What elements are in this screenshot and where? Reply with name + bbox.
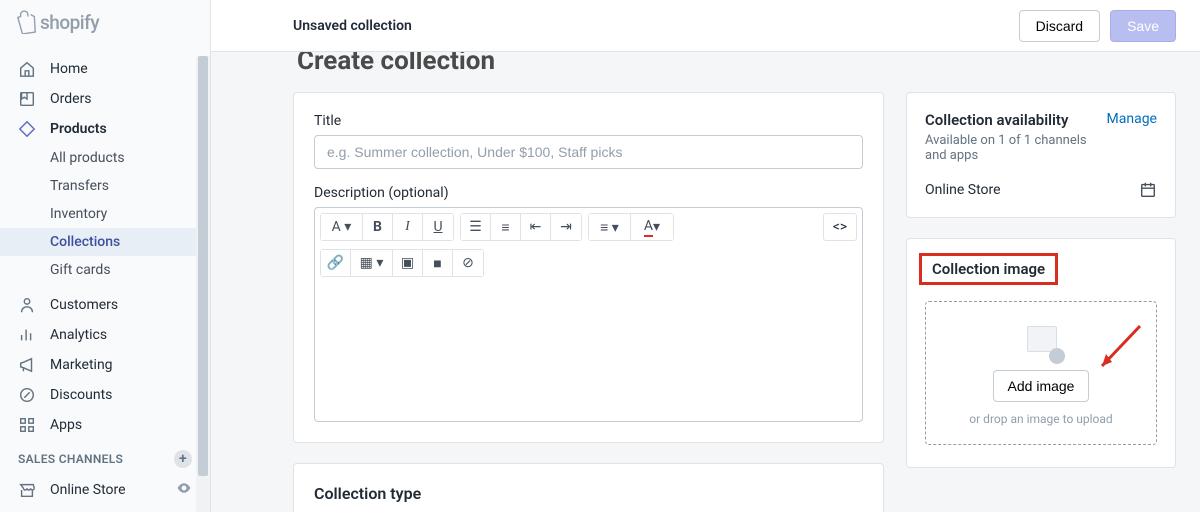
sidebar-item-all-products[interactable]: All products xyxy=(50,144,210,172)
sidebar-item-apps[interactable]: Apps xyxy=(0,410,210,440)
sidebar: shopify Home Orders Products All product… xyxy=(0,0,211,512)
page-title: Create collection xyxy=(297,52,1176,70)
availability-heading: Collection availability xyxy=(925,111,1107,129)
customers-icon xyxy=(18,296,36,314)
apps-icon xyxy=(18,416,36,434)
sidebar-item-products[interactable]: Products xyxy=(0,114,210,144)
sidebar-item-gift-cards[interactable]: Gift cards xyxy=(50,256,210,284)
rte-underline[interactable]: U xyxy=(423,214,453,240)
sidebar-item-home[interactable]: Home xyxy=(0,54,210,84)
image-dropzone[interactable]: Add image or drop an image to upload xyxy=(925,301,1157,445)
store-icon xyxy=(18,481,36,499)
sidebar-item-analytics[interactable]: Analytics xyxy=(0,320,210,350)
drop-hint: or drop an image to upload xyxy=(938,412,1144,426)
manage-link[interactable]: Manage xyxy=(1107,111,1157,127)
sidebar-item-collections[interactable]: Collections xyxy=(0,228,210,256)
discard-button[interactable]: Discard xyxy=(1019,10,1100,42)
rte-clear[interactable]: ⊘ xyxy=(453,250,483,276)
title-label: Title xyxy=(314,113,863,129)
calendar-icon[interactable] xyxy=(1139,181,1157,199)
add-channel-button[interactable]: + xyxy=(174,450,192,468)
collection-image-card: Collection image Add image xyxy=(906,238,1176,468)
rte-image[interactable]: ▣ xyxy=(393,250,423,276)
description-editor[interactable] xyxy=(314,282,863,422)
rte-indent[interactable]: ⇥ xyxy=(551,214,581,240)
collection-type-heading: Collection type xyxy=(314,484,863,503)
rte-table-dropdown[interactable]: ▦ ▾ xyxy=(351,250,393,276)
rte-video[interactable]: ■ xyxy=(423,250,453,276)
image-placeholder-icon xyxy=(1017,320,1065,364)
home-icon xyxy=(18,60,36,78)
brand-logo[interactable]: shopify xyxy=(0,0,210,44)
rte-html-toggle[interactable]: <> xyxy=(823,213,857,241)
rte-ol[interactable]: ≡ xyxy=(491,214,521,240)
page-status-title: Unsaved collection xyxy=(293,18,412,34)
title-input[interactable] xyxy=(314,135,863,169)
collection-type-card: Collection type Manual Add products to t… xyxy=(293,463,884,512)
description-label: Description (optional) xyxy=(314,185,863,201)
add-image-button[interactable]: Add image xyxy=(993,370,1090,402)
title-card: Title Description (optional) A ▾ B I U xyxy=(293,92,884,443)
sidebar-item-discounts[interactable]: Discounts xyxy=(0,380,210,410)
analytics-icon xyxy=(18,326,36,344)
annotation-highlight-box: Collection image xyxy=(919,253,1058,285)
eye-icon[interactable] xyxy=(176,480,192,496)
sidebar-item-online-store[interactable]: Online Store xyxy=(0,474,210,506)
orders-icon xyxy=(18,90,36,108)
sidebar-item-customers[interactable]: Customers xyxy=(0,290,210,320)
rte-link[interactable]: 🔗 xyxy=(321,250,351,276)
rte-font-dropdown[interactable]: A ▾ xyxy=(321,214,363,240)
rte-align-dropdown[interactable]: ≡ ▾ xyxy=(589,214,631,240)
sales-channels-header: SALES CHANNELS + xyxy=(0,440,210,474)
collection-image-heading: Collection image xyxy=(932,260,1045,278)
availability-sub: Available on 1 of 1 channels and apps xyxy=(925,133,1107,163)
sidebar-item-orders[interactable]: Orders xyxy=(0,84,210,114)
discount-icon xyxy=(18,386,36,404)
sidebar-item-marketing[interactable]: Marketing xyxy=(0,350,210,380)
sidebar-scrollbar[interactable] xyxy=(196,56,210,512)
rte-toolbar: A ▾ B I U ☰ ≡ ⇤ ⇥ xyxy=(314,207,863,282)
tag-icon xyxy=(18,120,36,138)
topbar: Unsaved collection Discard Save xyxy=(211,0,1200,52)
brand-text: shopify xyxy=(40,11,99,34)
megaphone-icon xyxy=(18,356,36,374)
sidebar-item-transfers[interactable]: Transfers xyxy=(50,172,210,200)
sidebar-item-inventory[interactable]: Inventory xyxy=(50,200,210,228)
save-button[interactable]: Save xyxy=(1110,10,1176,42)
availability-card: Collection availability Available on 1 o… xyxy=(906,92,1176,218)
channel-online-store: Online Store xyxy=(925,182,1001,198)
rte-italic[interactable]: I xyxy=(393,214,423,240)
rte-bold[interactable]: B xyxy=(363,214,393,240)
rte-ul[interactable]: ☰ xyxy=(461,214,491,240)
rte-color-dropdown[interactable]: A ▾ xyxy=(631,214,673,240)
shopify-bag-icon xyxy=(16,10,38,34)
annotation-arrow-icon xyxy=(1090,320,1146,376)
rte-outdent[interactable]: ⇤ xyxy=(521,214,551,240)
